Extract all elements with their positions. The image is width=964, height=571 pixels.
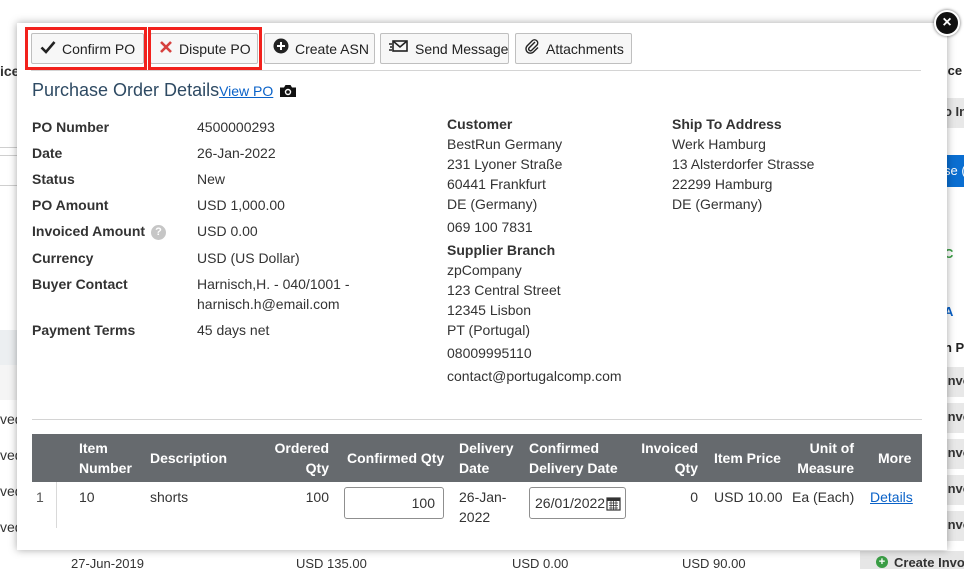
row-index: 1 xyxy=(36,489,44,505)
ship-to-block: Ship To Address Werk Hamburg 13 Alsterdo… xyxy=(672,114,814,214)
status-value: New xyxy=(197,171,226,187)
confirmed-delivery-date-value: 26/01/2022 xyxy=(535,495,606,511)
table-row: 1 10 shorts 100 100 26-Jan- 2022 26/01/2… xyxy=(32,482,922,532)
date-label: Date xyxy=(32,145,63,161)
ship-to-line: 13 Alsterdorfer Strasse xyxy=(672,156,815,172)
col-description: Description xyxy=(150,450,228,466)
table-header: Item Number Description Ordered Qty Conf… xyxy=(32,434,922,482)
buyer-contact-label: Buyer Contact xyxy=(32,276,128,292)
bg-create-invoice-button[interactable]: + Create Invo xyxy=(860,551,964,569)
invoiced-qty-cell: 0 xyxy=(690,489,698,505)
bg-bottom-row: 27-Jun-2019 USD 135.00 USD 0.00 USD 90.0… xyxy=(0,551,964,571)
col-item-number: Item Number xyxy=(79,440,132,476)
customer-phone: 069 100 7831 xyxy=(447,219,533,235)
unit-of-measure-cell: Ea (Each) xyxy=(792,489,855,505)
currency-value: USD (US Dollar) xyxy=(197,250,300,266)
invoiced-amount-label-row: Invoiced Amount? xyxy=(32,223,167,240)
confirm-highlight-box xyxy=(25,27,147,70)
supplier-line: 12345 Lisbon xyxy=(447,302,532,318)
section-divider xyxy=(32,419,922,420)
ship-to-line: DE (Germany) xyxy=(672,196,763,212)
customer-heading: Customer xyxy=(447,116,513,132)
envelope-icon xyxy=(389,35,409,64)
customer-line: 60441 Frankfurt xyxy=(447,176,546,192)
view-po-link[interactable]: View PO xyxy=(219,83,273,99)
date-value: 26-Jan-2022 xyxy=(197,145,276,161)
calendar-icon[interactable] xyxy=(606,496,621,514)
col-invoiced-qty: Invoiced Qty xyxy=(641,440,698,476)
toolbar-divider xyxy=(31,70,921,71)
po-number-label: PO Number xyxy=(32,119,110,135)
payment-terms-label: Payment Terms xyxy=(32,322,136,338)
buyer-contact-line1: Harnisch,H. - 040/1001 - xyxy=(197,276,350,292)
confirmed-delivery-date-input[interactable]: 26/01/2022 xyxy=(529,487,626,519)
plus-icon: + xyxy=(876,556,888,568)
col-confirmed-qty: Confirmed Qty xyxy=(347,450,445,466)
plus-circle-icon xyxy=(273,35,289,64)
currency-label: Currency xyxy=(32,250,94,266)
customer-line: 231 Lyoner Straße xyxy=(447,156,563,172)
create-asn-button[interactable]: Create ASN xyxy=(264,33,375,64)
item-price-cell: USD 10.00 xyxy=(714,489,783,505)
buyer-contact-value: Harnisch,H. - 040/1001 - harnisch.h@emai… xyxy=(197,274,350,314)
dispute-highlight-box xyxy=(148,27,262,70)
po-amount-value: USD 1,000.00 xyxy=(197,197,285,213)
supplier-phone: 08009995110 xyxy=(447,345,532,361)
customer-block: Customer BestRun Germany 231 Lyoner Stra… xyxy=(447,114,622,386)
ship-to-heading: Ship To Address xyxy=(672,116,782,132)
status-label: Status xyxy=(32,171,75,187)
item-number-cell: 10 xyxy=(79,489,95,505)
supplier-line: 123 Central Street xyxy=(447,282,561,298)
title-row: Purchase Order DetailsView PO xyxy=(32,80,297,101)
ship-to-line: Werk Hamburg xyxy=(672,136,766,152)
question-icon[interactable]: ? xyxy=(151,224,167,240)
purchase-order-modal: Confirm PO Dispute PO Create ASN Send Me… xyxy=(17,23,947,550)
bg-right-button[interactable]: se ( xyxy=(944,155,964,187)
po-amount-label: PO Amount xyxy=(32,197,109,213)
supplier-email: contact@portugalcomp.com xyxy=(447,368,622,384)
supplier-line: PT (Portugal) xyxy=(447,322,530,338)
supplier-branch-heading: Supplier Branch xyxy=(447,242,556,258)
po-number-value: 4500000293 xyxy=(197,119,275,135)
details-link[interactable]: Details xyxy=(870,487,913,507)
col-delivery-date: Delivery Date xyxy=(459,440,514,476)
customer-line: BestRun Germany xyxy=(447,136,563,152)
bg-right-header-fragment: ice xyxy=(944,63,963,78)
bg-right-link[interactable]: A xyxy=(944,304,964,319)
bg-refresh-icon[interactable]: C xyxy=(944,246,964,261)
col-item-price: Item Price xyxy=(714,450,781,466)
ordered-qty-cell: 100 xyxy=(305,489,329,505)
page-title: Purchase Order Details xyxy=(32,80,220,100)
supplier-line: zpCompany xyxy=(447,262,522,278)
customer-line: DE (Germany) xyxy=(447,196,538,212)
payment-terms-value: 45 days net xyxy=(197,322,270,338)
invoiced-amount-label: Invoiced Amount xyxy=(32,223,146,239)
paperclip-icon xyxy=(524,35,540,64)
buyer-contact-email: harnisch.h@email.com xyxy=(197,296,340,312)
description-cell: shorts xyxy=(150,489,189,505)
send-message-button[interactable]: Send Message xyxy=(380,33,509,64)
delivery-date-cell: 26-Jan- 2022 xyxy=(459,489,507,525)
col-more: More xyxy=(878,450,912,466)
col-unit-of-measure: Unit of Measure xyxy=(797,440,854,476)
row-divider xyxy=(56,482,57,528)
col-ordered-qty: Ordered Qty xyxy=(274,440,329,476)
camera-icon[interactable] xyxy=(279,84,297,101)
attachments-button[interactable]: Attachments xyxy=(515,33,632,64)
bg-right-column-header: n P xyxy=(944,340,964,355)
close-icon[interactable]: × xyxy=(934,10,960,36)
invoiced-amount-value: USD 0.00 xyxy=(197,223,258,239)
col-confirmed-delivery-date: Confirmed Delivery Date xyxy=(529,440,618,476)
ship-to-line: 22299 Hamburg xyxy=(672,176,773,192)
confirmed-qty-input[interactable]: 100 xyxy=(344,487,444,519)
